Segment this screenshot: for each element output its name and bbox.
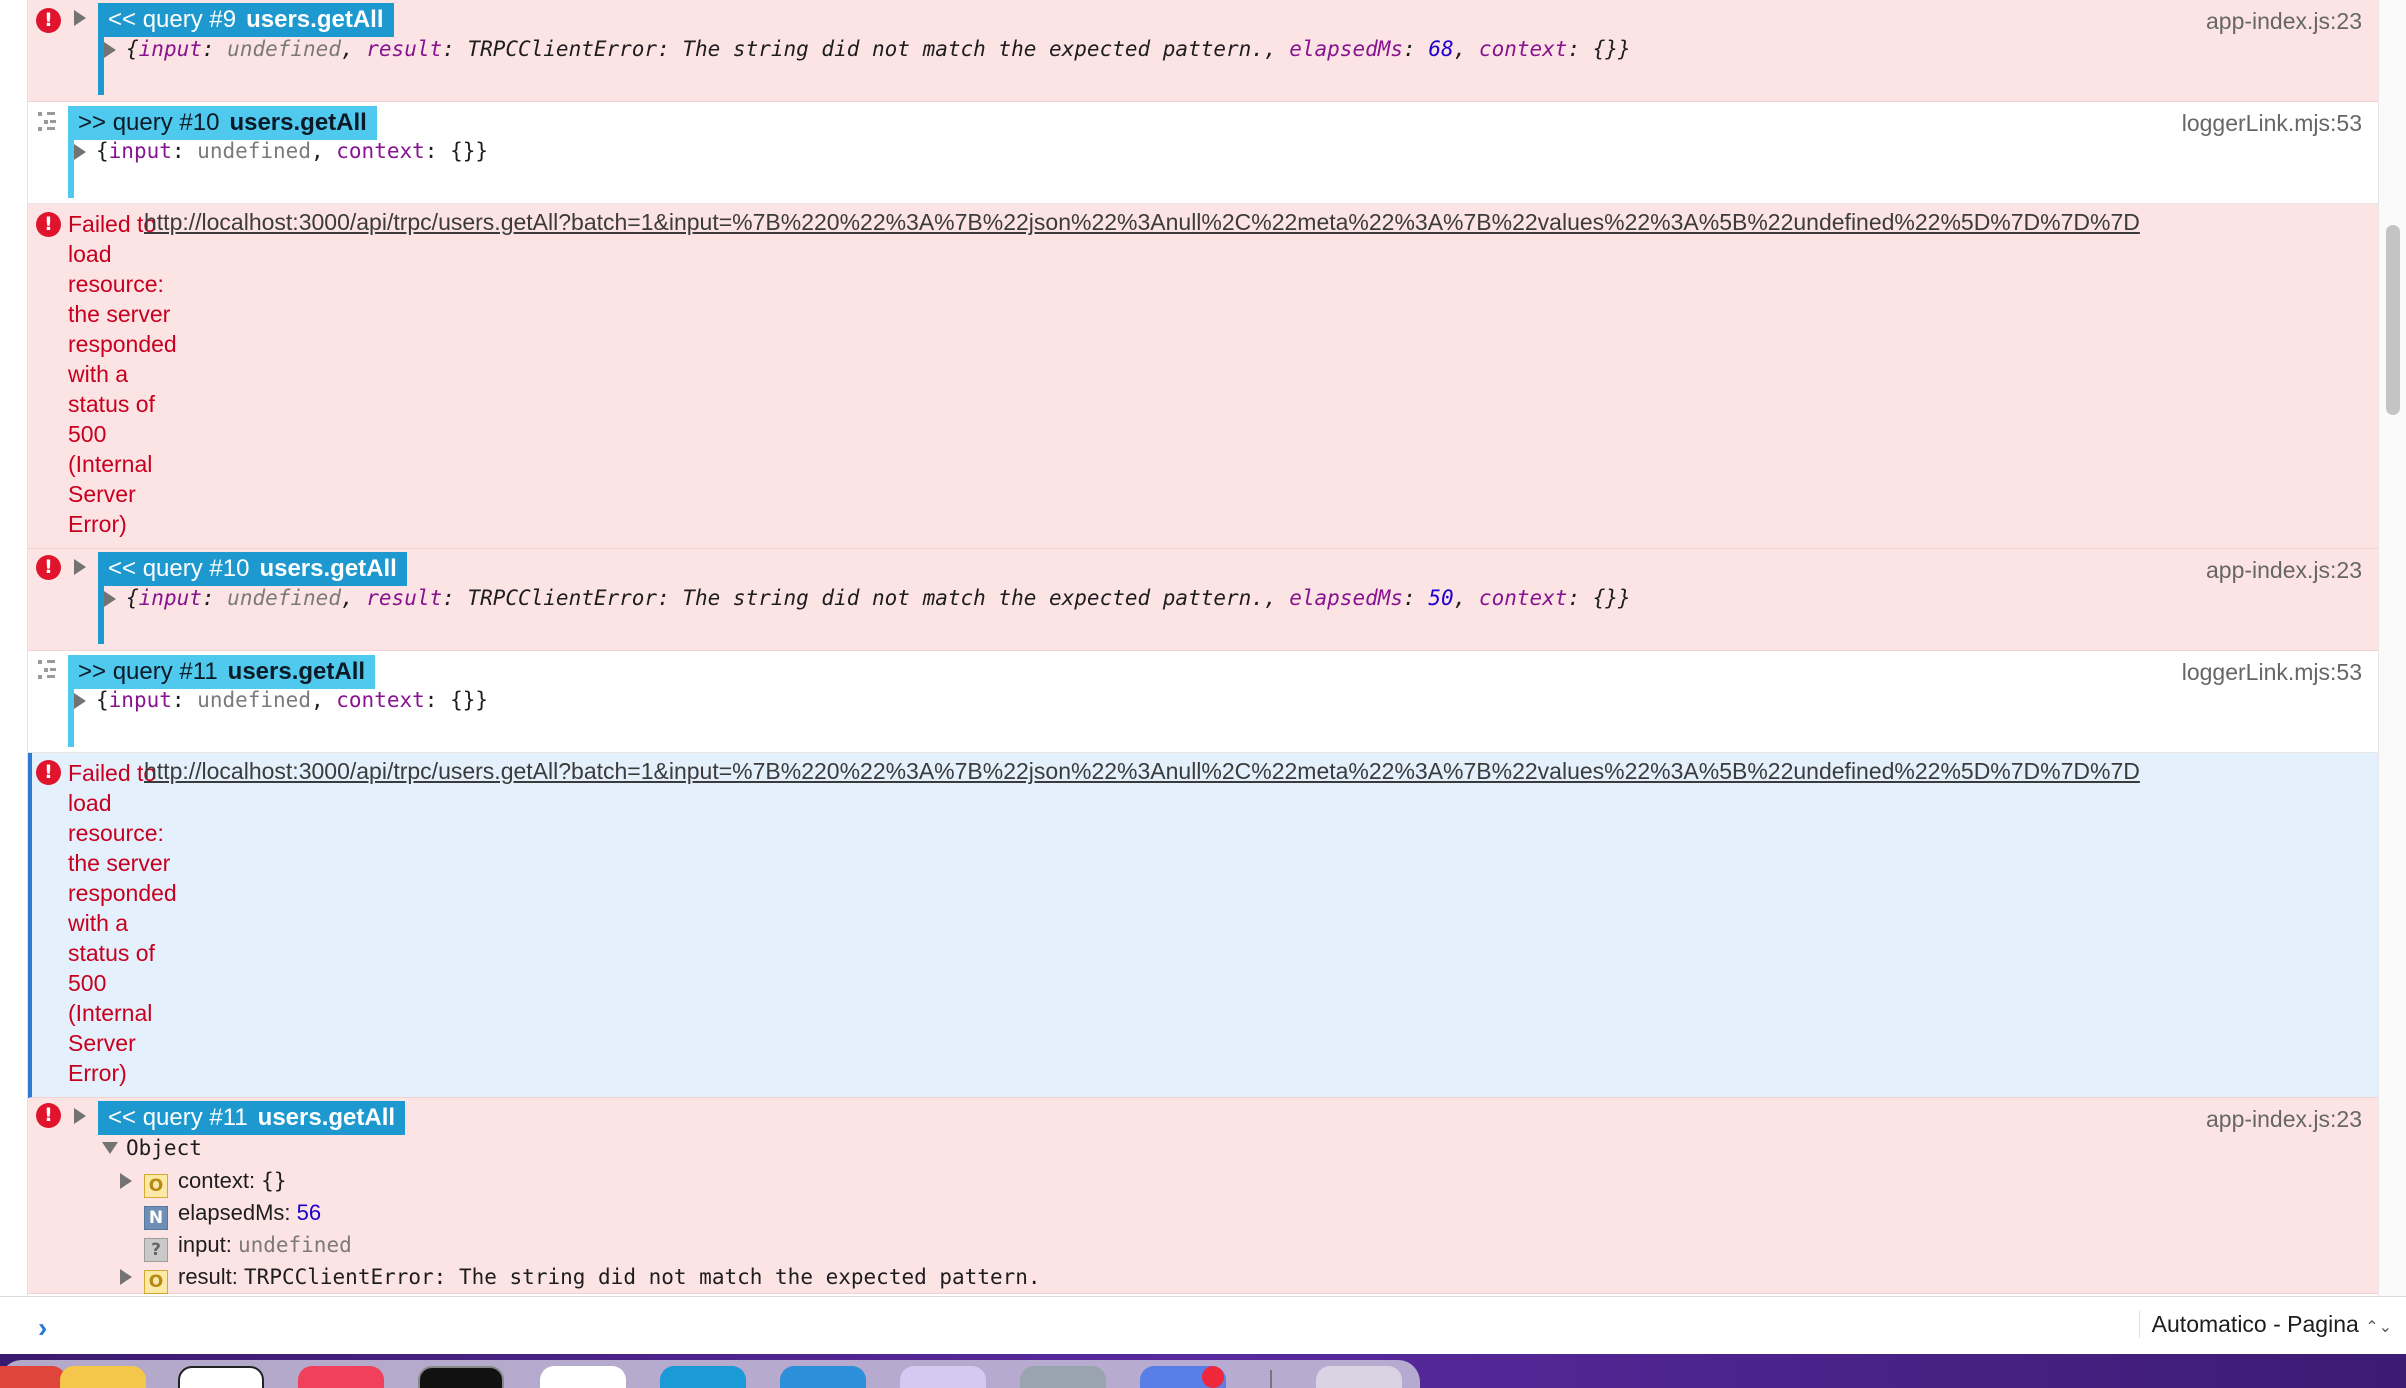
- object-property[interactable]: NelapsedMs: 56: [144, 1200, 321, 1230]
- console-message-error[interactable]: << query #9 users.getAll {input: undefine…: [28, 0, 2378, 102]
- notification-badge: [1202, 1366, 1224, 1388]
- disclosure-triangle-icon[interactable]: [120, 1173, 132, 1189]
- source-link[interactable]: app-index.js:23: [2206, 1106, 2362, 1133]
- badge-procedure: users.getAll: [229, 109, 367, 136]
- disclosure-triangle-icon[interactable]: [74, 693, 86, 709]
- disclosure-triangle-icon[interactable]: [74, 559, 86, 575]
- resource-url-link[interactable]: http://localhost:3000/api/trpc/users.get…: [144, 209, 2140, 236]
- console-messages: << query #9 users.getAll {input: undefine…: [28, 0, 2378, 1294]
- dock-app-icon[interactable]: [660, 1366, 746, 1388]
- source-link[interactable]: loggerLink.mjs:53: [2182, 110, 2362, 137]
- object-property[interactable]: ? input: undefined: [144, 1232, 352, 1262]
- query-badge: >> query #11 users.getAll: [68, 655, 376, 689]
- console-message-log[interactable]: >> query #10 users.getAll {input: undefin…: [28, 102, 2378, 204]
- number-type-icon: N: [144, 1206, 168, 1230]
- console-gutter: [0, 0, 28, 1296]
- source-link[interactable]: app-index.js:23: [2206, 557, 2362, 584]
- disclosure-triangle-open-icon[interactable]: [102, 1142, 118, 1154]
- badge-prefix: << query #9: [108, 6, 237, 33]
- dock-app-icon[interactable]: [298, 1366, 384, 1388]
- query-badge: << query #9 users.getAll: [98, 3, 394, 37]
- execution-context-label: Automatico - Pagina: [2151, 1311, 2359, 1337]
- vertical-scrollbar[interactable]: [2378, 0, 2406, 1296]
- console-panel: << query #9 users.getAll {input: undefine…: [0, 0, 2406, 1296]
- badge-procedure: users.getAll: [257, 1104, 396, 1131]
- error-message-text: Failed to load resource: the server resp…: [68, 760, 177, 1086]
- object-preview[interactable]: {input: undefined, context: {}}: [96, 139, 488, 163]
- execution-context-select[interactable]: Automatico - Pagina ⌃⌄: [2138, 1311, 2392, 1338]
- disclosure-triangle-icon[interactable]: [74, 1108, 86, 1124]
- console-message-network-error-selected[interactable]: Failed to load resource: the server resp…: [28, 753, 2378, 1098]
- disclosure-triangle-icon[interactable]: [104, 591, 116, 607]
- badge-prefix: >> query #10: [78, 109, 220, 136]
- badge-procedure: users.getAll: [259, 555, 397, 582]
- object-preview[interactable]: {input: undefined, result: TRPCClientErr…: [126, 37, 1631, 61]
- error-message-text: Failed to load resource: the server resp…: [68, 211, 177, 537]
- undefined-type-icon: ?: [144, 1238, 168, 1262]
- macos-dock: [0, 1354, 2406, 1388]
- object-property[interactable]: Oresult: TRPCClientError: The string did…: [144, 1264, 1041, 1294]
- console-message-log[interactable]: >> query #11 users.getAll {input: undefin…: [28, 651, 2378, 753]
- console-message-error[interactable]: << query #10 users.getAll {input: undefin…: [28, 549, 2378, 651]
- object-preview[interactable]: {input: undefined, result: TRPCClientErr…: [126, 586, 1631, 610]
- query-badge: << query #10 users.getAll: [98, 552, 407, 586]
- console-message-error-expanded[interactable]: << query #11 users.getAll Object Ocontext…: [28, 1098, 2378, 1294]
- disclosure-triangle-icon[interactable]: [104, 42, 116, 58]
- dock-divider: [1270, 1370, 1272, 1388]
- source-link[interactable]: app-index.js:23: [2206, 8, 2362, 35]
- dock-app-icon[interactable]: [780, 1366, 866, 1388]
- dock-app-icon[interactable]: [1020, 1366, 1106, 1388]
- prompt-chevron-icon: ›: [38, 1312, 48, 1343]
- object-property[interactable]: Ocontext: {}: [144, 1168, 286, 1198]
- disclosure-triangle-icon[interactable]: [74, 10, 86, 26]
- console-message-network-error[interactable]: Failed to load resource: the server resp…: [28, 204, 2378, 549]
- dock-app-icon[interactable]: [540, 1366, 626, 1388]
- object-type-icon: O: [144, 1174, 168, 1198]
- select-arrows-icon: ⌃⌄: [2365, 1319, 2392, 1336]
- badge-prefix: << query #10: [108, 555, 250, 582]
- badge-procedure: users.getAll: [227, 658, 366, 685]
- object-type-icon: O: [144, 1270, 168, 1294]
- disclosure-triangle-icon[interactable]: [120, 1269, 132, 1285]
- dock-app-icon[interactable]: [900, 1366, 986, 1388]
- badge-prefix: << query #11: [108, 1104, 248, 1131]
- dock-app-icon[interactable]: [178, 1366, 264, 1388]
- badge-procedure: users.getAll: [246, 6, 384, 33]
- source-link[interactable]: loggerLink.mjs:53: [2182, 659, 2362, 686]
- dock-app-icon[interactable]: [60, 1366, 146, 1388]
- disclosure-triangle-icon[interactable]: [74, 144, 86, 160]
- scrollbar-thumb[interactable]: [2386, 225, 2400, 415]
- object-label: Object: [126, 1136, 202, 1160]
- query-badge: << query #11 users.getAll: [98, 1101, 406, 1135]
- badge-prefix: >> query #11: [78, 658, 218, 685]
- query-badge: >> query #10 users.getAll: [68, 106, 377, 140]
- dock-trash-icon[interactable]: [1316, 1366, 1402, 1388]
- object-preview[interactable]: {input: undefined, context: {}}: [96, 688, 488, 712]
- console-prompt[interactable]: › Automatico - Pagina ⌃⌄: [0, 1296, 2406, 1354]
- dock-app-icon[interactable]: [0, 1366, 66, 1388]
- dock-app-icon[interactable]: [418, 1366, 504, 1388]
- resource-url-link[interactable]: http://localhost:3000/api/trpc/users.get…: [144, 758, 2140, 785]
